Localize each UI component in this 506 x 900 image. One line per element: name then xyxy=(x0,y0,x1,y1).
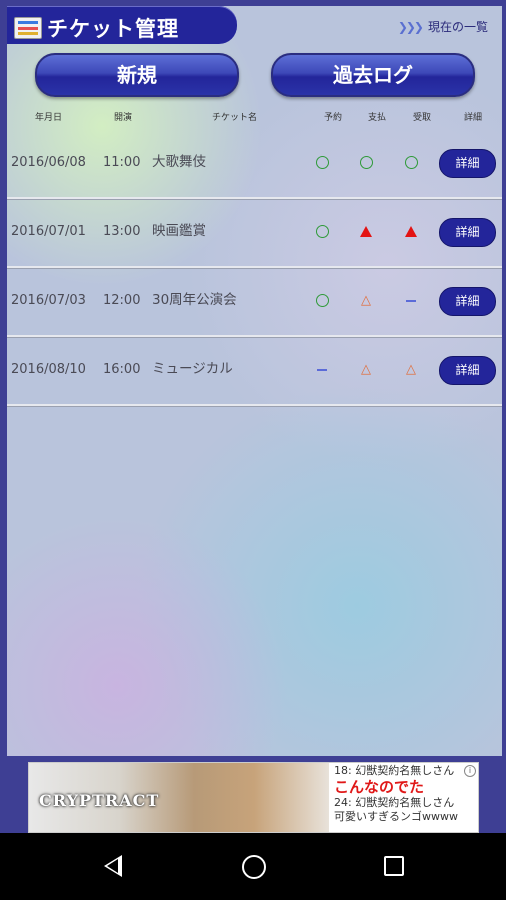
row-date: 2016/07/01 xyxy=(11,224,86,239)
ad-line2: こんなのでた xyxy=(334,778,425,796)
row-time: 11:00 xyxy=(103,155,141,170)
col-time: 開演 xyxy=(114,113,133,123)
past-log-button[interactable]: 過去ログ xyxy=(271,53,475,97)
row-time: 13:00 xyxy=(103,224,141,239)
col-detail: 詳細 xyxy=(464,113,483,123)
outline-triangle-icon: △ xyxy=(361,362,371,377)
row-time: 12:00 xyxy=(103,293,141,308)
ad-banner[interactable]: CRYPTRACT 18: 幻獣契約名無しさん こんなのでた 24: 幻獣契約名… xyxy=(28,762,479,833)
col-reserve: 予約 xyxy=(324,113,343,123)
circle-mark-icon xyxy=(359,156,373,169)
ad-logo: CRYPTRACT xyxy=(39,791,160,810)
row-date: 2016/08/10 xyxy=(11,362,86,377)
reserve-status xyxy=(314,362,330,378)
detail-button[interactable]: 詳細 xyxy=(439,218,496,247)
row-time: 16:00 xyxy=(103,362,141,377)
column-headers: 年月日 開演 チケット名 予約 支払 受取 詳細 xyxy=(7,110,502,124)
circle-mark-icon xyxy=(404,156,418,169)
back-icon[interactable] xyxy=(104,855,122,877)
dash-icon xyxy=(406,300,416,302)
reserve-status xyxy=(314,293,330,309)
circle-mark-icon xyxy=(315,156,329,169)
ad-line1: 18: 幻獣契約名無しさん xyxy=(334,764,455,777)
detail-button[interactable]: 詳細 xyxy=(439,356,496,385)
row-date: 2016/06/08 xyxy=(11,155,86,170)
receive-status xyxy=(403,293,419,309)
ad-image: CRYPTRACT xyxy=(29,763,329,832)
chevron-right-icon: ❯❯❯ xyxy=(397,19,424,34)
detail-button[interactable]: 詳細 xyxy=(439,149,496,178)
table-row: 2016/07/03 12:00 30周年公演会 △ 詳細 xyxy=(7,266,502,337)
ad-text: 18: 幻獣契約名無しさん こんなのでた 24: 幻獣契約名無しさん 可愛いすぎ… xyxy=(334,764,478,824)
payment-status xyxy=(358,155,374,171)
ad-line3: 24: 幻獣契約名無しさん xyxy=(334,796,455,809)
android-nav-bar xyxy=(0,833,506,900)
table-row: 2016/06/08 11:00 大歌舞伎 詳細 xyxy=(7,128,502,199)
ad-info-icon[interactable]: i xyxy=(464,765,476,777)
col-date: 年月日 xyxy=(35,113,63,123)
col-payment: 支払 xyxy=(368,113,387,123)
circle-mark-icon xyxy=(315,225,329,238)
receive-status xyxy=(403,155,419,171)
filled-triangle-icon xyxy=(360,226,372,237)
circle-mark-icon xyxy=(315,294,329,307)
header-bar: チケット管理 xyxy=(7,6,237,44)
dash-icon xyxy=(317,369,327,371)
current-list-link[interactable]: ❯❯❯ 現在の一覧 xyxy=(398,18,488,35)
row-ticket-name: ミュージカル xyxy=(152,361,233,377)
receive-status xyxy=(403,224,419,240)
receive-status: △ xyxy=(403,362,419,378)
main-panel: チケット管理 ❯❯❯ 現在の一覧 新規 過去ログ 年月日 開演 チケット名 予約… xyxy=(7,6,502,756)
payment-status xyxy=(358,224,374,240)
ad-line4: 可愛いすぎるンゴwwww xyxy=(334,810,458,823)
detail-button[interactable]: 詳細 xyxy=(439,287,496,316)
home-icon[interactable] xyxy=(242,855,266,879)
row-ticket-name: 大歌舞伎 xyxy=(152,154,206,170)
row-ticket-name: 映画鑑賞 xyxy=(152,223,206,239)
row-date: 2016/07/03 xyxy=(11,293,86,308)
table-row: 2016/07/01 13:00 映画鑑賞 詳細 xyxy=(7,197,502,268)
outline-triangle-icon: △ xyxy=(406,362,416,377)
outline-triangle-icon: △ xyxy=(361,293,371,308)
table-row: 2016/08/10 16:00 ミュージカル △ △ 詳細 xyxy=(7,335,502,406)
payment-status: △ xyxy=(358,293,374,309)
recent-apps-icon[interactable] xyxy=(384,856,404,876)
current-list-label: 現在の一覧 xyxy=(427,20,488,34)
app-ticket-icon xyxy=(14,17,42,39)
filled-triangle-icon xyxy=(405,226,417,237)
col-name: チケット名 xyxy=(212,113,258,123)
reserve-status xyxy=(314,155,330,171)
reserve-status xyxy=(314,224,330,240)
row-ticket-name: 30周年公演会 xyxy=(152,292,237,308)
app-title: チケット管理 xyxy=(47,17,179,41)
col-receive: 受取 xyxy=(413,113,432,123)
payment-status: △ xyxy=(358,362,374,378)
new-button[interactable]: 新規 xyxy=(35,53,239,97)
